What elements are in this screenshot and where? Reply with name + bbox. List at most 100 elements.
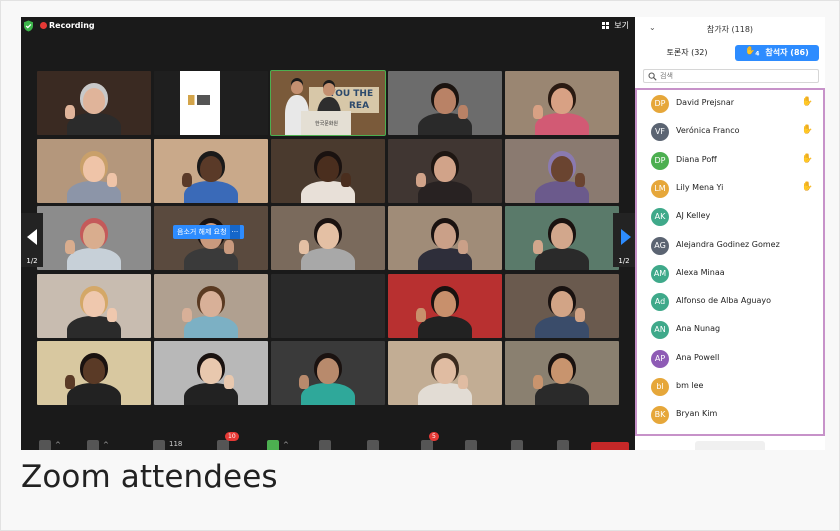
unmute-request-badge[interactable]: 음소거 해제 요청 ··· [173,225,245,239]
list-item[interactable]: BK Bryan Kim [637,401,823,429]
participant-face [551,155,573,182]
avatar: DP [651,151,669,170]
video-tile[interactable] [505,206,619,270]
video-tile[interactable] [37,71,151,135]
image-caption: Zoom attendees [21,459,278,495]
participant-body [67,383,121,405]
panel-tabs: 토론자 (32) ✋4 참석자 (86) [643,45,819,61]
leave-button[interactable] [591,442,629,450]
participant-body [418,180,472,203]
previous-page-button[interactable]: 1/2 [21,213,43,267]
participant-face [83,155,105,182]
video-tile[interactable]: YOU THE REA 한국문화원 [270,70,386,136]
organization-logo [188,95,210,105]
list-item[interactable]: Ad Alfonso de Alba Aguayo [637,288,823,316]
meeting-toolbar: ^ ^ 118 10 ^ 5 [21,432,635,450]
video-tile[interactable] [271,341,385,405]
raise-hand-button[interactable] [367,438,383,450]
participants-button[interactable]: 118 [153,438,193,450]
video-tile[interactable] [505,138,619,203]
apps-button[interactable] [465,438,481,450]
more-dots-icon [557,440,569,450]
video-tile[interactable] [388,341,502,405]
attendee-name: David Prejsnar [676,98,735,107]
list-item[interactable]: VF Verónica Franco ✋ [637,118,823,146]
gallery-grid: YOU THE REA 한국문화원 [35,70,619,407]
polls-button[interactable] [319,438,335,450]
more-options-icon[interactable]: ··· [229,225,241,239]
next-page-button[interactable]: 1/2 [613,213,635,267]
video-tile[interactable] [271,206,385,270]
video-tile[interactable] [37,341,151,405]
list-item[interactable]: LM Lily Mena Yi ✋ [637,175,823,203]
search-box[interactable] [643,69,819,83]
share-screen-button[interactable]: ^ [267,438,297,450]
avatar: Ad [651,293,669,312]
participant-face [551,358,573,384]
list-item[interactable]: AM Alexa Minaa [637,260,823,288]
list-item[interactable]: AN Ana Nunag [637,316,823,344]
video-button[interactable]: ^ [87,438,117,450]
stage-banner-text: YOU THE [329,89,374,99]
video-tile[interactable] [388,138,502,203]
video-tile[interactable] [154,273,268,338]
recording-dot-icon [40,22,47,29]
video-tile[interactable] [271,138,385,203]
video-tile[interactable] [37,273,151,338]
waving-hand [533,240,543,254]
share-screen-icon [267,440,279,450]
avatar: AN [651,321,669,340]
attendee-name: Verónica Franco [676,126,740,136]
waving-hand [65,375,75,389]
attendee-list[interactable]: DP David Prejsnar ✋ VF Verónica Franco ✋ DP Dia… [635,88,825,436]
video-tile[interactable] [154,138,268,203]
avatar: bl [651,378,669,396]
waving-hand [575,307,585,322]
video-tile[interactable] [271,273,385,338]
participant-body [418,315,472,338]
shield-check-icon[interactable] [23,20,34,32]
list-item[interactable]: AK AJ Kelley [637,203,823,231]
view-button[interactable]: 보기 [602,19,629,32]
video-tile[interactable] [37,206,151,270]
video-tile[interactable] [154,71,268,135]
avatar: AG [651,236,669,255]
avatar: AM [651,264,669,283]
video-tile[interactable] [505,71,619,135]
search-input[interactable] [660,71,810,81]
page-indicator-left: 1/2 [26,257,38,265]
list-item[interactable]: DP Diana Poff ✋ [637,147,823,175]
waving-hand [107,307,117,322]
waving-hand [533,105,543,119]
list-item[interactable] [637,430,823,434]
video-tile[interactable] [388,273,502,338]
waving-hand [533,375,543,389]
list-item[interactable]: DP David Prejsnar ✋ [637,90,823,118]
tab-panelists[interactable]: 토론자 (32) [643,45,731,61]
waving-hand [224,240,234,254]
more-button[interactable] [557,438,573,450]
waving-hand [416,307,426,322]
list-item[interactable]: AP Ana Powell [637,345,823,373]
tab-attendees[interactable]: ✋4 참석자 (86) [735,45,819,61]
attendee-name: Alexa Minaa [676,267,725,277]
participant-face [83,290,105,317]
video-tile[interactable] [388,206,502,270]
list-item[interactable]: bl bm lee [637,373,823,401]
panel-footer-button[interactable] [695,441,765,450]
avatar: LM [651,179,669,198]
podium-logo-text: 한국문화원 [315,121,339,127]
chat-button[interactable]: 10 [217,432,247,450]
mute-button[interactable]: ^ [39,438,69,450]
video-tile[interactable] [505,273,619,338]
participant-face [83,88,105,114]
apps-icon [465,440,477,450]
whiteboard-button[interactable] [511,438,527,450]
video-tile[interactable] [505,341,619,405]
video-tile[interactable] [388,71,502,135]
list-item[interactable]: AG Alejandra Godinez Gomez [637,232,823,260]
chevron-up-icon: ^ [283,441,289,449]
reactions-button[interactable]: 5 [421,432,451,450]
video-tile[interactable] [154,341,268,405]
video-tile[interactable] [37,138,151,203]
